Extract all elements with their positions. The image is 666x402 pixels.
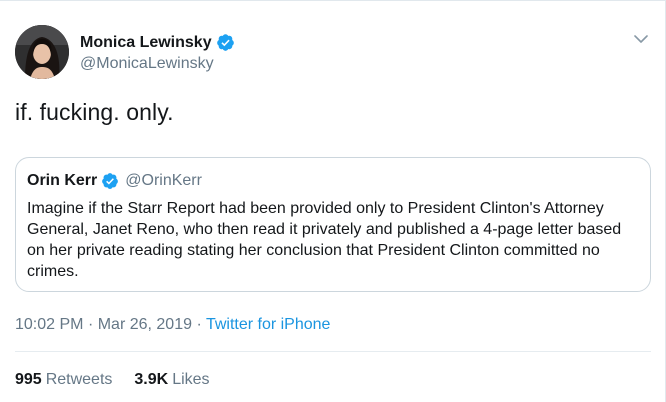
chevron-down-icon[interactable]	[632, 30, 650, 48]
author-handle[interactable]: @MonicaLewinsky	[80, 55, 214, 73]
tweet-date[interactable]: Mar 26, 2019	[98, 316, 192, 333]
quoted-tweet-header: Orin Kerr @OrinKerr	[27, 172, 202, 190]
tweet-text: if. fucking. only.	[15, 99, 174, 125]
likes-label: Likes	[172, 371, 210, 388]
retweets-count: 995	[15, 371, 42, 388]
avatar-image	[15, 25, 69, 79]
quoted-tweet[interactable]: Orin Kerr @OrinKerr Imagine if the Starr…	[15, 157, 651, 292]
avatar[interactable]	[15, 25, 69, 79]
meta-separator: ·	[196, 316, 206, 333]
tweet-source-link[interactable]: Twitter for iPhone	[206, 316, 331, 333]
quoted-author-handle[interactable]: @OrinKerr	[125, 172, 202, 190]
quoted-tweet-text: Imagine if the Starr Report had been pro…	[27, 200, 622, 280]
card-top-border	[0, 0, 666, 1]
author-name-row[interactable]: Monica Lewinsky	[80, 33, 235, 52]
author-display-name[interactable]: Monica Lewinsky	[80, 34, 212, 52]
tweet-stats: 995 Retweets 3.9K Likes	[15, 371, 232, 389]
verified-badge-icon	[102, 173, 119, 189]
quoted-author-name[interactable]: Orin Kerr	[27, 172, 97, 190]
divider	[15, 351, 651, 352]
verified-badge-icon	[216, 34, 234, 51]
tweet-time[interactable]: 10:02 PM	[15, 316, 83, 333]
likes-count: 3.9K	[134, 371, 169, 388]
likes-stat[interactable]: 3.9K Likes	[134, 371, 209, 389]
tweet-meta: 10:02 PM · Mar 26, 2019 · Twitter for iP…	[15, 316, 330, 334]
meta-separator: ·	[87, 316, 98, 333]
retweets-label: Retweets	[45, 371, 113, 388]
tweet-card: Monica Lewinsky @MonicaLewinsky if. fuck…	[0, 0, 666, 402]
retweets-stat[interactable]: 995 Retweets	[15, 371, 112, 389]
